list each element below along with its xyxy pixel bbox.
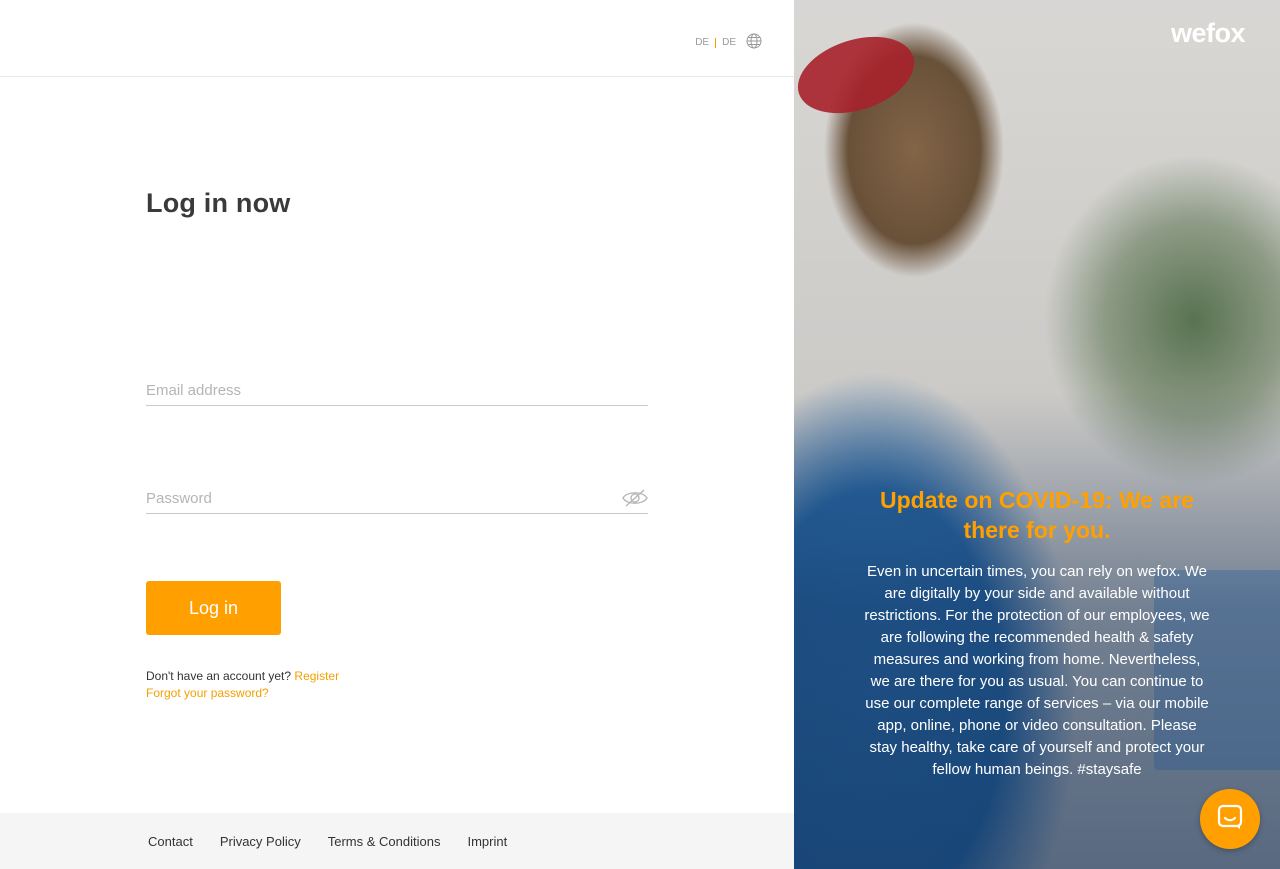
language-divider [715,37,717,48]
language-current[interactable]: DE [695,37,709,48]
promo-panel: wefox Update on COVID-19: We are there f… [794,0,1280,869]
register-prompt-text: Don't have an account yet? [146,669,292,683]
language-option[interactable]: DE [722,37,736,48]
globe-icon[interactable] [740,33,762,52]
forgot-password-link[interactable]: Forgot your password? [146,686,269,700]
eye-slash-icon[interactable] [622,488,648,513]
email-input[interactable] [146,376,648,404]
language-switcher[interactable]: DE DE [695,33,762,52]
promo-body: Even in uncertain times, you can rely on… [864,563,1210,778]
login-button[interactable]: Log in [146,581,281,635]
email-field-wrapper [146,376,648,406]
register-prompt: Don't have an account yet? Register [146,669,339,683]
footer-link-contact[interactable]: Contact [148,834,193,849]
password-field-wrapper [146,484,648,514]
footer-link-terms[interactable]: Terms & Conditions [328,834,441,849]
chat-button[interactable] [1200,789,1260,849]
password-input[interactable] [146,484,648,512]
login-panel: DE DE Log in now Log i [0,0,794,869]
chat-bubble-icon [1216,803,1244,836]
brand-logo[interactable]: wefox [1171,18,1246,49]
footer-link-imprint[interactable]: Imprint [467,834,507,849]
footer: Contact Privacy Policy Terms & Condition… [0,813,794,869]
top-bar: DE DE [0,0,794,77]
register-link[interactable]: Register [294,669,339,683]
footer-links: Contact Privacy Policy Terms & Condition… [148,834,507,849]
promo-title: Update on COVID-19: We are there for you… [880,487,1194,543]
footer-link-privacy[interactable]: Privacy Policy [220,834,301,849]
forgot-password: Forgot your password? [146,686,269,700]
page-title: Log in now [146,188,291,218]
